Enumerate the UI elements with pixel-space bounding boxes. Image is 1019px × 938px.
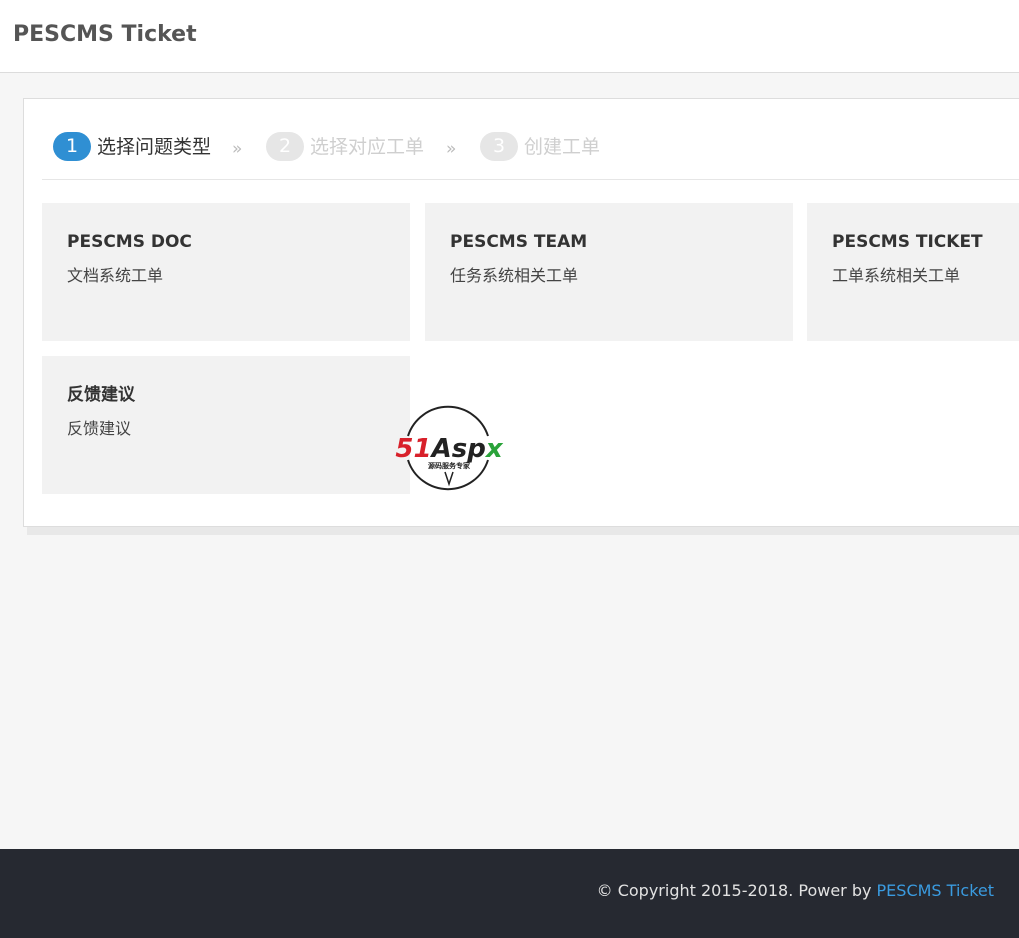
svg-text:源码服务专家: 源码服务专家	[428, 461, 471, 470]
card-feedback[interactable]: 反馈建议 反馈建议	[42, 356, 410, 494]
card-description: 文档系统工单	[67, 266, 164, 285]
card-title: 反馈建议	[67, 385, 135, 405]
step-separator: »	[232, 139, 243, 159]
card-title: PESCMS TEAM	[450, 232, 588, 252]
step-1-label: 选择问题类型	[97, 136, 212, 158]
step-3-label: 创建工单	[524, 136, 601, 158]
card-title: PESCMS TICKET	[832, 232, 983, 252]
card-description: 工单系统相关工单	[832, 266, 961, 285]
card-description: 反馈建议	[67, 419, 132, 438]
step-1-number: 1	[53, 132, 91, 161]
page-footer: © Copyright 2015-2018. Power by PESCMS T…	[0, 849, 1019, 938]
brand-title[interactable]: PESCMS Ticket	[13, 21, 197, 49]
card-pescms-team[interactable]: PESCMS TEAM 任务系统相关工单	[425, 203, 793, 341]
card-pescms-ticket[interactable]: PESCMS TICKET 工单系统相关工单	[807, 203, 1019, 341]
step-2-number: 2	[266, 132, 304, 161]
copyright-text: © Copyright 2015-2018. Power by	[596, 881, 877, 900]
step-separator: »	[446, 139, 457, 159]
step-3-number: 3	[480, 132, 518, 161]
watermark-logo: 51Aspx 源码服务专家	[395, 405, 504, 491]
card-description: 任务系统相关工单	[450, 266, 579, 285]
step-progress: 1 选择问题类型 » 2 选择对应工单 » 3 创建工单	[42, 128, 1019, 180]
footer-copyright: © Copyright 2015-2018. Power by PESCMS T…	[597, 880, 994, 902]
card-pescms-doc[interactable]: PESCMS DOC 文档系统工单	[42, 203, 410, 341]
step-2-label: 选择对应工单	[310, 136, 425, 158]
top-header: PESCMS Ticket	[0, 0, 1019, 73]
footer-brand-link[interactable]: PESCMS Ticket	[877, 881, 994, 900]
card-title: PESCMS DOC	[67, 232, 192, 252]
svg-text:51Aspx: 51Aspx	[395, 434, 503, 464]
